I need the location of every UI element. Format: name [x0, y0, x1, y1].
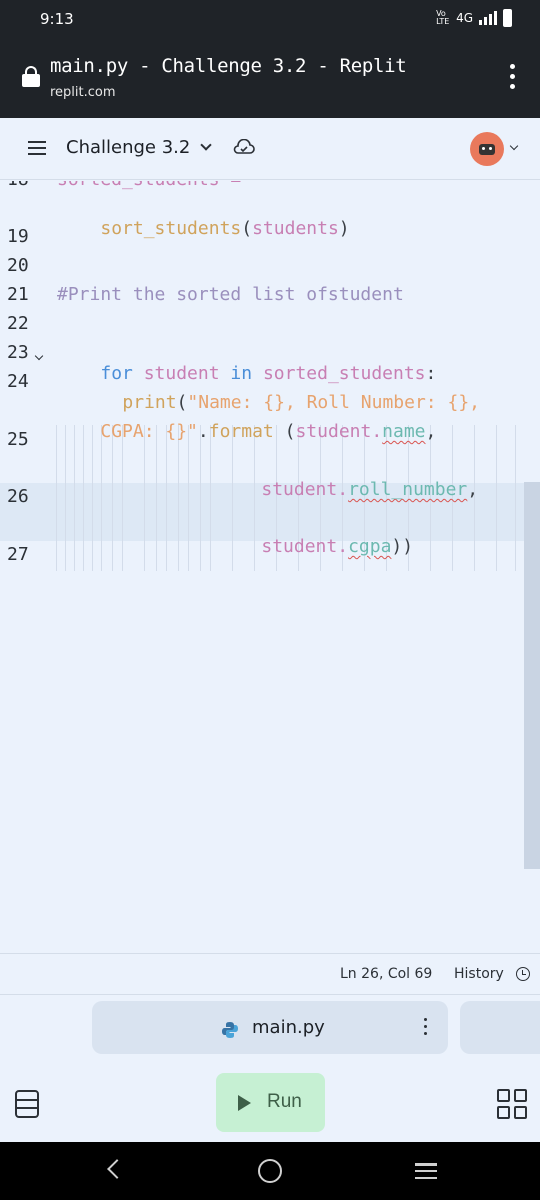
bottom-toolbar: Run — [0, 1060, 540, 1142]
back-icon[interactable] — [107, 1159, 127, 1179]
system-status-bar: 9:13 Vo LTE 4G — [0, 0, 540, 40]
workspace-header: Challenge 3.2 — [0, 118, 540, 180]
browser-menu-icon[interactable] — [508, 64, 516, 89]
status-icons: Vo LTE 4G — [436, 9, 512, 27]
line-gutter: 18 19 20 21 22 23 24 25 26 27 — [0, 181, 50, 953]
line-number: 19 — [7, 226, 29, 247]
code-token: roll_number — [348, 479, 468, 500]
code-token: student. — [261, 536, 349, 557]
lock-icon[interactable] — [22, 66, 40, 87]
volte-indicator: Vo LTE — [436, 9, 450, 26]
code-line: CGPA: {}".format (student.name, — [57, 400, 436, 463]
clock: 9:13 — [40, 10, 74, 28]
chevron-down-icon[interactable] — [200, 139, 212, 151]
code-token: ( — [241, 218, 253, 239]
fold-chevron-icon[interactable] — [34, 351, 44, 361]
code-token: ) — [338, 218, 350, 239]
code-token: , — [467, 479, 479, 500]
home-icon[interactable] — [258, 1159, 282, 1183]
line-number: 22 — [7, 313, 29, 334]
run-label: Run — [267, 1091, 302, 1112]
tools-grid-icon[interactable] — [497, 1089, 529, 1121]
network-type: 4G — [456, 11, 473, 25]
browser-title-bar: main.py - Challenge 3.2 - Replit replit.… — [0, 40, 540, 118]
line-number: 25 — [7, 429, 29, 450]
history-button[interactable]: History — [454, 966, 504, 982]
cursor-position[interactable]: Ln 26, Col 69 — [340, 966, 432, 982]
editor-scrollbar[interactable] — [524, 482, 540, 869]
play-icon — [238, 1095, 251, 1111]
line-number: 27 — [7, 544, 29, 565]
recent-apps-icon[interactable] — [415, 1163, 437, 1179]
page-title: main.py - Challenge 3.2 - Replit — [50, 55, 407, 77]
code-line: sorted_students = — [57, 181, 241, 190]
code-token: name — [382, 421, 426, 442]
code-line: student.cgpa)) — [218, 515, 413, 578]
code-token: student. — [295, 421, 383, 442]
code-token: cgpa — [348, 536, 392, 557]
code-token: . — [197, 421, 209, 442]
tab-next[interactable] — [460, 1001, 540, 1054]
line-number: 26 — [7, 486, 29, 507]
code-token: student. — [261, 479, 349, 500]
code-token: )) — [391, 536, 414, 557]
code-token: sort_students — [100, 218, 242, 239]
tab-main-py[interactable]: main.py — [92, 1001, 448, 1054]
database-icon[interactable] — [15, 1090, 39, 1118]
line-number: 23 — [7, 342, 29, 363]
python-icon — [222, 1022, 238, 1038]
file-tab-bar: main.py — [0, 995, 540, 1060]
line-number: 20 — [7, 255, 29, 276]
code-token: ( — [273, 421, 296, 442]
code-token: students — [252, 218, 339, 239]
file-name: main.py — [252, 1017, 325, 1038]
system-navigation-bar — [0, 1142, 540, 1200]
chevron-down-icon[interactable] — [509, 141, 519, 151]
tab-options-icon[interactable] — [424, 1018, 427, 1035]
battery-icon — [503, 9, 512, 27]
code-comment: #Print the sorted list ofstudent — [57, 284, 404, 305]
code-token: , — [425, 421, 437, 442]
repl-name[interactable]: Challenge 3.2 — [66, 137, 190, 158]
history-icon[interactable] — [516, 967, 530, 981]
line-number: 21 — [7, 284, 29, 305]
code-line: student.roll_number, — [218, 458, 478, 521]
page-url: replit.com — [50, 85, 116, 100]
code-line: sort_students(students) — [57, 197, 350, 260]
code-token: format — [208, 421, 274, 442]
menu-icon[interactable] — [28, 141, 46, 155]
line-number: 24 — [7, 371, 29, 392]
code-editor[interactable]: 18 19 20 21 22 23 24 25 26 27 sorted_stu… — [0, 181, 540, 953]
editor-status-line: Ln 26, Col 69 History — [0, 953, 540, 995]
line-number: 18 — [7, 181, 29, 190]
code-token: CGPA: {}" — [100, 421, 198, 442]
signal-icon — [479, 11, 497, 25]
avatar[interactable] — [470, 132, 504, 166]
run-button[interactable]: Run — [216, 1073, 325, 1132]
cloud-saved-icon[interactable] — [233, 139, 255, 155]
